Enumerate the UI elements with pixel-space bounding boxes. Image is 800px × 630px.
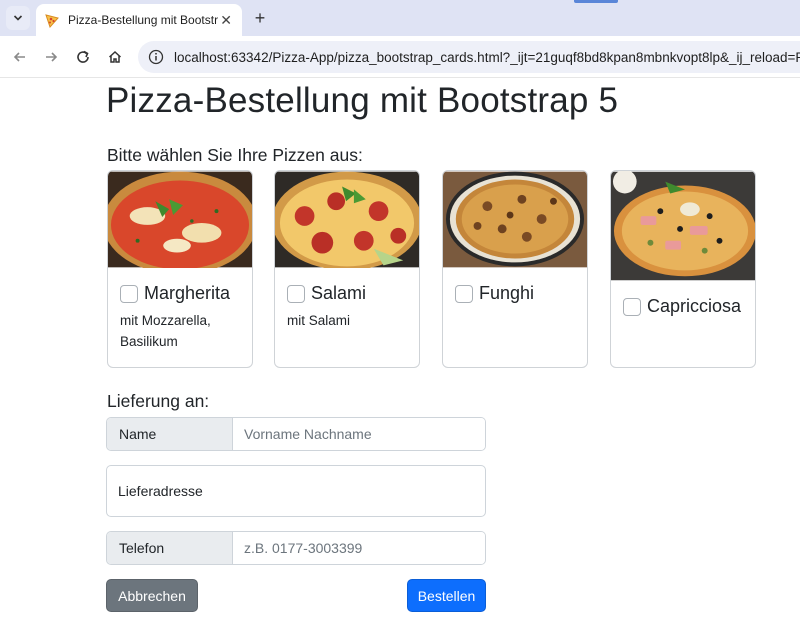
capricciosa-image — [611, 171, 755, 281]
pizza-card-funghi: Funghi — [442, 170, 588, 368]
home-icon — [108, 50, 122, 63]
order-button[interactable]: Bestellen — [407, 579, 486, 612]
phone-field[interactable] — [233, 532, 485, 564]
arrow-right-icon — [46, 52, 58, 62]
pizza-description: mit Mozzarella, Basilikum — [120, 313, 211, 349]
pizza-card-margherita: Margherita mit Mozzarella, Basilikum — [107, 170, 253, 368]
salami-checkbox[interactable] — [287, 284, 305, 303]
page-content: Pizza-Bestellung mit Bootstrap 5 Bitte w… — [0, 78, 800, 630]
name-input-group: Name — [106, 417, 486, 451]
pizza-card-capricciosa: Capricciosa — [610, 170, 756, 368]
phone-input-group: Telefon — [106, 531, 486, 565]
browser-toolbar: localhost:63342/Pizza-App/pizza_bootstra… — [0, 36, 800, 78]
funghi-checkbox[interactable] — [455, 284, 473, 303]
salami-image — [275, 171, 419, 268]
arrow-left-icon — [13, 52, 25, 62]
tab-title: Pizza-Bestellung mit Bootstrap 5 — [68, 13, 219, 27]
pizza-description: mit Salami — [287, 313, 351, 328]
back-button[interactable] — [9, 46, 31, 68]
name-label: Name — [107, 418, 233, 450]
phone-label: Telefon — [107, 532, 233, 564]
pizza-name[interactable]: Capricciosa — [647, 296, 741, 317]
new-tab-button[interactable]: + — [250, 8, 270, 28]
margherita-checkbox[interactable] — [120, 284, 138, 303]
pizza-name[interactable]: Salami — [311, 283, 366, 304]
name-field[interactable] — [233, 418, 485, 450]
reload-button[interactable] — [72, 46, 94, 68]
site-info-icon[interactable] — [148, 49, 164, 65]
capricciosa-checkbox[interactable] — [623, 297, 641, 316]
pizza-card-salami: Salami mit Salami — [274, 170, 420, 368]
funghi-image — [443, 171, 587, 268]
pizza-name[interactable]: Margherita — [144, 283, 230, 304]
url-text: localhost:63342/Pizza-App/pizza_bootstra… — [174, 49, 800, 65]
window-accent — [574, 0, 618, 3]
margherita-image — [108, 171, 252, 268]
tab-close-icon[interactable]: ✕ — [218, 12, 234, 29]
delivery-heading: Lieferung an: — [107, 391, 210, 411]
forward-button[interactable] — [40, 46, 62, 68]
pizza-selection-heading: Bitte wählen Sie Ihre Pizzen aus: — [107, 145, 363, 165]
address-bar[interactable]: localhost:63342/Pizza-App/pizza_bootstra… — [138, 41, 800, 73]
pizza-favicon-icon — [44, 12, 60, 28]
tab-search-menu-button[interactable] — [6, 6, 30, 30]
cancel-button[interactable]: Abbrechen — [106, 579, 198, 612]
browser-tab-bar: Pizza-Bestellung mit Bootstrap 5 ✕ + — [0, 0, 800, 36]
address-field[interactable]: Lieferadresse — [106, 465, 486, 517]
browser-tab-active[interactable]: Pizza-Bestellung mit Bootstrap 5 ✕ — [36, 4, 242, 36]
reload-icon — [77, 50, 89, 63]
pizza-name[interactable]: Funghi — [479, 283, 534, 304]
chevron-down-icon — [13, 15, 23, 21]
home-button[interactable] — [104, 46, 126, 68]
page-title: Pizza-Bestellung mit Bootstrap 5 — [106, 81, 619, 120]
